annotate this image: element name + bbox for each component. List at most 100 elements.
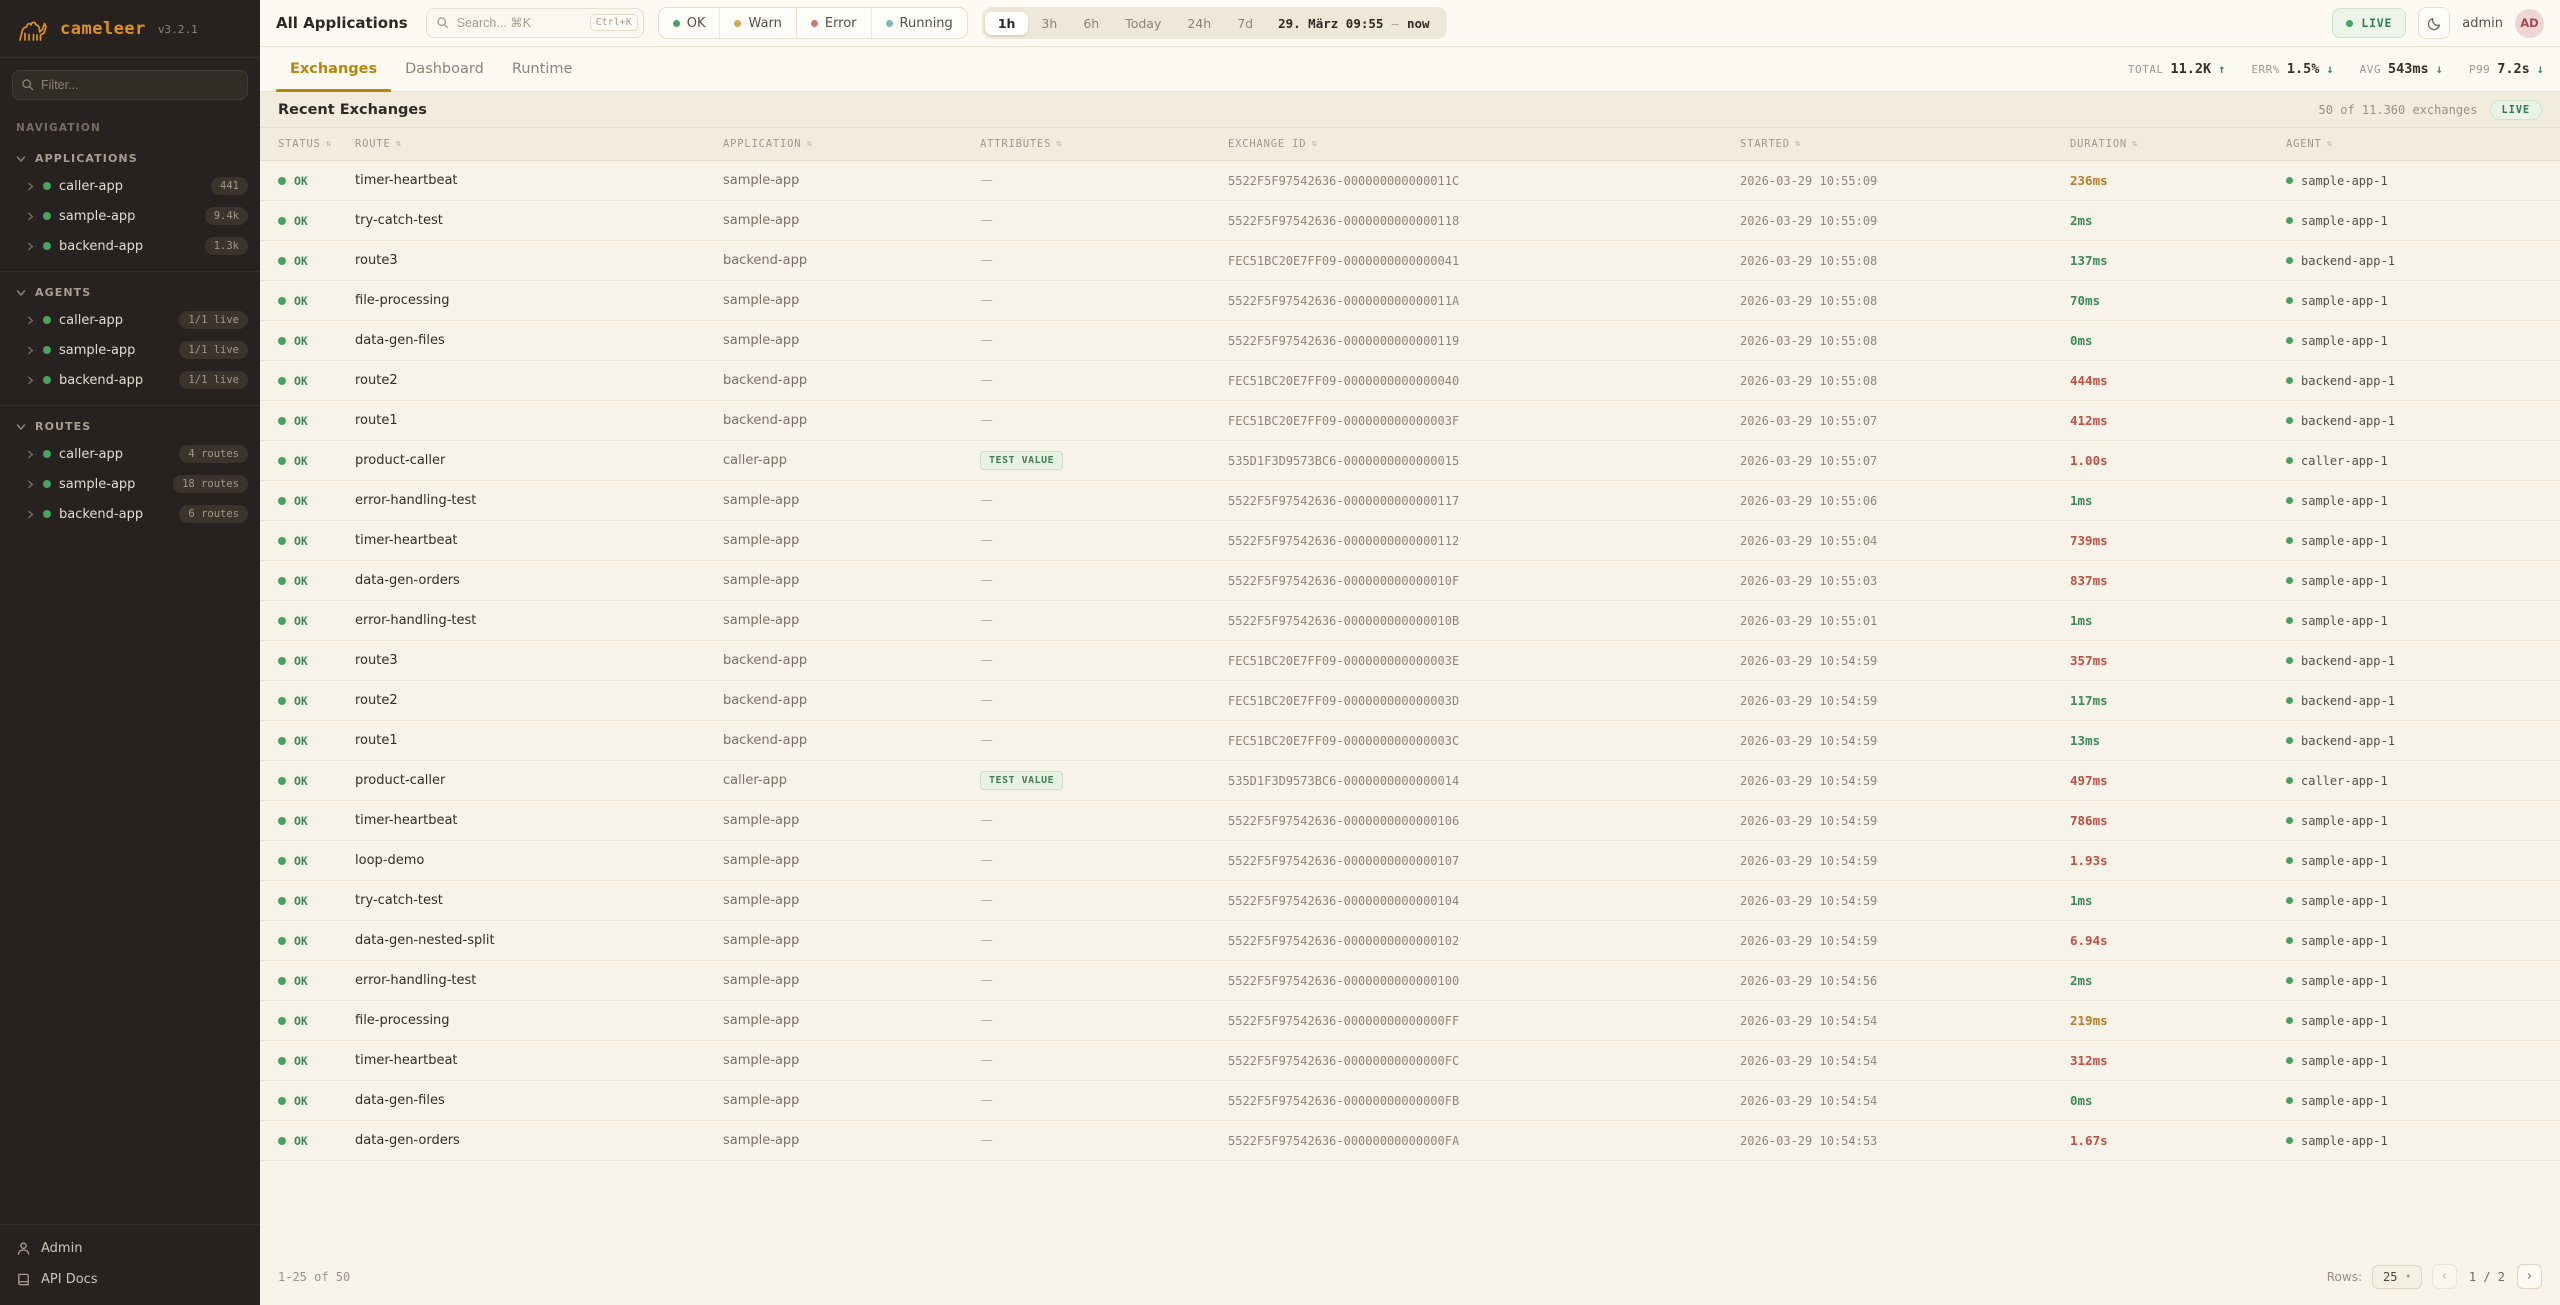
table-row[interactable]: OK route2 backend-app — FEC51BC20E7FF09-…: [260, 681, 2560, 721]
rows-per-page-select[interactable]: 25 ▾: [2372, 1265, 2422, 1289]
sidebar-item-backend-app[interactable]: backend-app 1.3k: [0, 231, 260, 261]
sidebar-item-sample-app[interactable]: sample-app 9.4k: [0, 201, 260, 231]
table-row[interactable]: OK timer-heartbeat sample-app — 5522F5F9…: [260, 801, 2560, 841]
table-row[interactable]: OK error-handling-test sample-app — 5522…: [260, 961, 2560, 1001]
started-cell: 2026-03-29 10:54:59: [1740, 854, 2070, 868]
table-row[interactable]: OK try-catch-test sample-app — 5522F5F97…: [260, 201, 2560, 241]
status-filter-running[interactable]: Running: [872, 8, 967, 38]
topbar-right: LIVE admin AD: [2332, 7, 2544, 39]
sidebar-footer-api-docs[interactable]: API Docs: [0, 1264, 260, 1295]
column-label: APPLICATION: [723, 138, 801, 150]
column-header-status[interactable]: STATUS⇅: [278, 138, 355, 150]
agent-cell: backend-app-1: [2286, 414, 2542, 428]
table-row[interactable]: OK route3 backend-app — FEC51BC20E7FF09-…: [260, 641, 2560, 681]
table-row[interactable]: OK error-handling-test sample-app — 5522…: [260, 601, 2560, 641]
brand-name: cameleer: [60, 19, 146, 39]
tab-exchanges[interactable]: Exchanges: [276, 47, 391, 91]
table-row[interactable]: OK timer-heartbeat sample-app — 5522F5F9…: [260, 161, 2560, 201]
duration-cell: 137ms: [2070, 253, 2286, 268]
sidebar-item-caller-app[interactable]: caller-app 1/1 live: [0, 305, 260, 335]
table-row[interactable]: OK data-gen-orders sample-app — 5522F5F9…: [260, 1121, 2560, 1161]
started-cell: 2026-03-29 10:55:08: [1740, 374, 2070, 388]
tab-runtime[interactable]: Runtime: [498, 47, 587, 91]
column-header-route[interactable]: ROUTE⇅: [355, 138, 723, 150]
attributes-cell: —: [980, 1053, 1228, 1068]
sidebar-item-backend-app[interactable]: backend-app 6 routes: [0, 499, 260, 529]
sidebar-item-sample-app[interactable]: sample-app 18 routes: [0, 469, 260, 499]
exchange-id-cell: FEC51BC20E7FF09-0000000000000041: [1228, 254, 1740, 268]
table-row[interactable]: OK error-handling-test sample-app — 5522…: [260, 481, 2560, 521]
theme-toggle-button[interactable]: [2418, 7, 2450, 39]
sidebar-section-header[interactable]: AGENTS: [0, 278, 260, 305]
live-badge: LIVE: [2490, 100, 2543, 120]
next-page-button[interactable]: ›: [2517, 1264, 2542, 1289]
table-row[interactable]: OK file-processing sample-app — 5522F5F9…: [260, 281, 2560, 321]
table-title: Recent Exchanges: [278, 102, 427, 118]
table-row[interactable]: OK route1 backend-app — FEC51BC20E7FF09-…: [260, 401, 2560, 441]
time-range-3h[interactable]: 3h: [1028, 12, 1070, 35]
table-row[interactable]: OK timer-heartbeat sample-app — 5522F5F9…: [260, 1041, 2560, 1081]
attributes-cell: —: [980, 893, 1228, 908]
date-range[interactable]: 29. März 09:55 – now: [1266, 16, 1443, 31]
column-header-started[interactable]: STARTED⇅: [1740, 138, 2070, 150]
application-cell: sample-app: [723, 293, 980, 308]
table-row[interactable]: OK data-gen-files sample-app — 5522F5F97…: [260, 321, 2560, 361]
sidebar-item-backend-app[interactable]: backend-app 1/1 live: [0, 365, 260, 395]
sidebar-item-sample-app[interactable]: sample-app 1/1 live: [0, 335, 260, 365]
table-row[interactable]: OK data-gen-orders sample-app — 5522F5F9…: [260, 561, 2560, 601]
table-row[interactable]: OK route1 backend-app — FEC51BC20E7FF09-…: [260, 721, 2560, 761]
status-filter-warn[interactable]: Warn: [720, 8, 796, 38]
table-row[interactable]: OK data-gen-files sample-app — 5522F5F97…: [260, 1081, 2560, 1121]
table-row[interactable]: OK product-caller caller-app TEST VALUE …: [260, 761, 2560, 801]
column-header-agent[interactable]: AGENT⇅: [2286, 138, 2542, 150]
sidebar-section-header[interactable]: APPLICATIONS: [0, 144, 260, 171]
status-dot: [278, 657, 286, 665]
stat-trend-arrow-icon: ↓: [2436, 62, 2443, 76]
avatar[interactable]: AD: [2515, 9, 2544, 38]
table-row[interactable]: OK file-processing sample-app — 5522F5F9…: [260, 1001, 2560, 1041]
sidebar-section-title: APPLICATIONS: [35, 152, 138, 165]
time-range-6h[interactable]: 6h: [1070, 12, 1112, 35]
table-row[interactable]: OK timer-heartbeat sample-app — 5522F5F9…: [260, 521, 2560, 561]
brand: cameleer v3.2.1: [0, 0, 260, 58]
page-indicator: 1 / 2: [2467, 1270, 2507, 1284]
table-row[interactable]: OK product-caller caller-app TEST VALUE …: [260, 441, 2560, 481]
time-range-24h[interactable]: 24h: [1174, 12, 1224, 35]
live-dot: [2346, 20, 2353, 27]
prev-page-button[interactable]: ‹: [2432, 1264, 2457, 1289]
sort-icon: ⇅: [1056, 139, 1062, 149]
tab-dashboard[interactable]: Dashboard: [391, 47, 498, 91]
time-range-1h[interactable]: 1h: [985, 12, 1029, 35]
table-row[interactable]: OK route2 backend-app — FEC51BC20E7FF09-…: [260, 361, 2560, 401]
column-header-application[interactable]: APPLICATION⇅: [723, 138, 980, 150]
filter-input[interactable]: [12, 70, 248, 100]
table-row[interactable]: OK try-catch-test sample-app — 5522F5F97…: [260, 881, 2560, 921]
stat-value: 11.2K: [2171, 61, 2212, 77]
column-header-duration[interactable]: DURATION⇅: [2070, 138, 2286, 150]
table-row[interactable]: OK route3 backend-app — FEC51BC20E7FF09-…: [260, 241, 2560, 281]
table-row[interactable]: OK loop-demo sample-app — 5522F5F9754263…: [260, 841, 2560, 881]
status-cell: OK: [278, 214, 355, 228]
table-row[interactable]: OK data-gen-nested-split sample-app — 55…: [260, 921, 2560, 961]
status-dot: [43, 376, 51, 384]
sidebar-section-header[interactable]: ROUTES: [0, 412, 260, 439]
navigation-label: NAVIGATION: [0, 106, 260, 138]
sidebar-footer-admin[interactable]: Admin: [0, 1233, 260, 1264]
status-cell: OK: [278, 734, 355, 748]
status-filter-ok[interactable]: OK: [659, 8, 721, 38]
status-filter-group: OKWarnErrorRunning: [658, 7, 968, 39]
sidebar-item-caller-app[interactable]: caller-app 4 routes: [0, 439, 260, 469]
stat-value: 7.2s: [2497, 61, 2530, 77]
live-toggle-button[interactable]: LIVE: [2332, 8, 2406, 38]
agent-cell: sample-app-1: [2286, 494, 2542, 508]
user-name[interactable]: admin: [2462, 16, 2503, 31]
time-range-today[interactable]: Today: [1112, 12, 1174, 35]
time-range-7d[interactable]: 7d: [1224, 12, 1266, 35]
sidebar-section: AGENTS caller-app 1/1 live sample-app 1/…: [0, 272, 260, 406]
status-filter-error[interactable]: Error: [797, 8, 872, 38]
sidebar-item-caller-app[interactable]: caller-app 441: [0, 171, 260, 201]
exchange-count: 50 of 11.360 exchanges: [2319, 103, 2478, 117]
agent-cell: sample-app-1: [2286, 214, 2542, 228]
column-header-attributes[interactable]: ATTRIBUTES⇅: [980, 138, 1228, 150]
column-header-exchange-id[interactable]: EXCHANGE ID⇅: [1228, 138, 1740, 150]
